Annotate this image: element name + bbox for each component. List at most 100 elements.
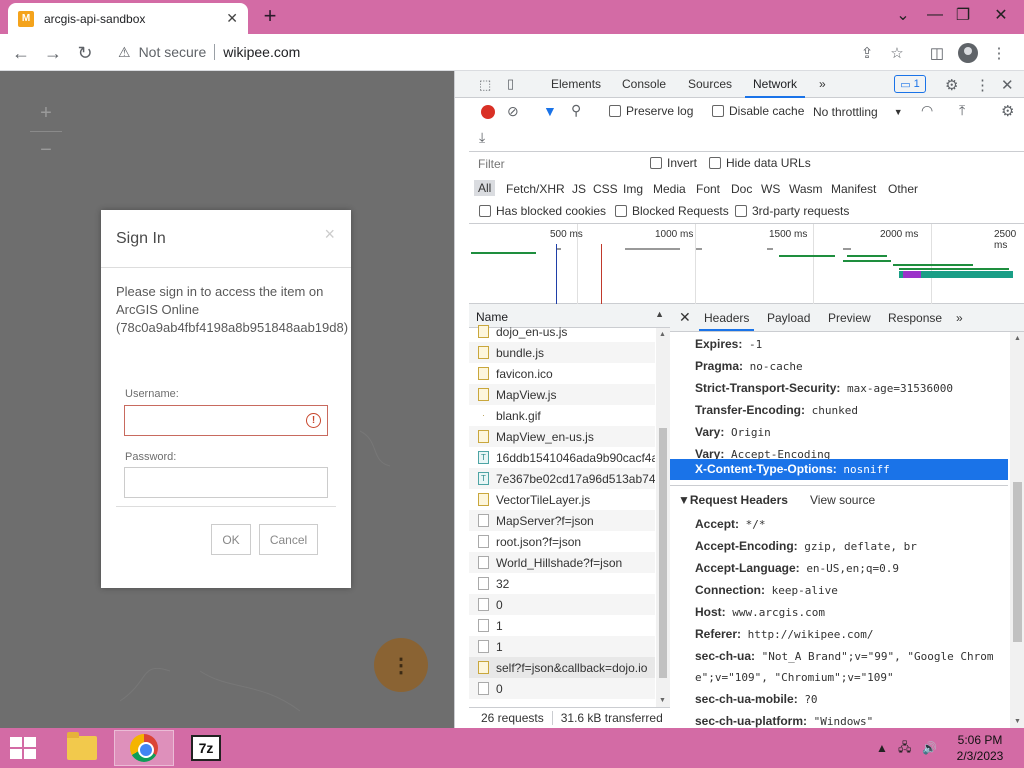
warning-icon[interactable]: ⚠	[118, 44, 131, 61]
close-icon[interactable]: ✕	[1001, 76, 1014, 94]
more-tabs-icon[interactable]: »	[819, 77, 826, 91]
menu-kebab-icon[interactable]: ⋮	[975, 76, 990, 94]
request-row[interactable]: favicon.ico	[469, 363, 655, 384]
bookmark-star-icon[interactable]: ☆	[886, 42, 908, 64]
filter-icon[interactable]: ▼	[543, 103, 557, 119]
tab-network[interactable]: Network	[744, 77, 806, 98]
request-row[interactable]: 1	[469, 615, 655, 636]
ok-button[interactable]: OK	[211, 524, 251, 555]
address-bar[interactable]: ⚠ Not secure wikipee.com	[108, 38, 888, 66]
back-button[interactable]: ←	[8, 40, 34, 66]
menu-kebab-icon[interactable]: ⋮	[988, 42, 1010, 64]
request-row[interactable]: MapView_en-us.js	[469, 426, 655, 447]
request-header-row[interactable]: e";v="109", "Chromium";v="109"	[695, 670, 894, 684]
scroll-up-icon[interactable]: ▲	[1014, 335, 1021, 342]
password-field[interactable]	[124, 467, 328, 498]
request-header-row[interactable]: Accept-Encoding: gzip, deflate, br	[695, 539, 917, 553]
type-filter-js[interactable]: JS	[572, 182, 586, 196]
tab-payload[interactable]: Payload	[767, 311, 810, 325]
headers-scrollbar[interactable]: ▲ ▼	[1010, 332, 1024, 728]
file-explorer-button[interactable]	[52, 730, 112, 766]
search-icon[interactable]: ⚲	[571, 102, 581, 119]
type-filter-font[interactable]: Font	[696, 182, 720, 196]
response-header-row[interactable]: X-Content-Type-Options: nosniff	[670, 459, 1008, 480]
request-row[interactable]: 0	[469, 678, 655, 699]
request-row[interactable]: World_Hillshade?f=json	[469, 552, 655, 573]
request-header-row[interactable]: Referer: http://wikipee.com/	[695, 627, 874, 641]
type-filter-all[interactable]: All	[474, 180, 496, 196]
share-icon[interactable]: ⇪	[856, 42, 878, 64]
tab-preview[interactable]: Preview	[828, 311, 871, 325]
request-row[interactable]: 1	[469, 636, 655, 657]
type-filter-fetch-xhr[interactable]: Fetch/XHR	[506, 182, 565, 196]
request-row[interactable]: · blank.gif	[469, 405, 655, 426]
tab-console[interactable]: Console	[622, 77, 666, 91]
zoom-in-button[interactable]: +	[30, 95, 62, 131]
type-filter-doc[interactable]: Doc	[731, 182, 752, 196]
blocked-requests-checkbox[interactable]: Blocked Requests	[615, 204, 729, 218]
disable-cache-checkbox[interactable]: Disable cache	[712, 104, 804, 118]
request-header-row[interactable]: Accept-Language: en-US,en;q=0.9	[695, 561, 899, 575]
type-filter-media[interactable]: Media	[653, 182, 686, 196]
request-headers-section[interactable]: ▼Request Headers	[678, 493, 788, 507]
close-window-button[interactable]: ✕	[984, 0, 1018, 30]
more-tabs-icon[interactable]: »	[956, 311, 963, 325]
response-header-row[interactable]: Transfer-Encoding: chunked	[695, 403, 858, 417]
inspect-element-icon[interactable]: ⬚	[479, 77, 491, 93]
request-header-row[interactable]: Accept: */*	[695, 517, 766, 531]
record-icon[interactable]	[481, 105, 495, 119]
browser-tab[interactable]: M arcgis-api-sandbox ✕	[8, 3, 248, 34]
throttling-select[interactable]: No throttling ▼	[813, 105, 903, 119]
blocked-cookies-checkbox[interactable]: Has blocked cookies	[479, 204, 606, 218]
wifi-settings-icon[interactable]: ◠	[921, 102, 933, 119]
clear-icon[interactable]: ⊘	[507, 103, 519, 120]
scroll-up-icon[interactable]: ▲	[659, 331, 666, 338]
settings-gear-icon[interactable]: ⚙	[945, 76, 958, 94]
chevron-down-icon[interactable]: ⌄	[886, 0, 920, 30]
type-filter-wasm[interactable]: Wasm	[789, 182, 823, 196]
zoom-out-button[interactable]: −	[30, 132, 62, 168]
tray-overflow-icon[interactable]: ▲	[876, 728, 888, 768]
response-header-row[interactable]: Pragma: no-cache	[695, 359, 803, 373]
close-tab-icon[interactable]: ✕	[226, 10, 238, 27]
request-row[interactable]: 32	[469, 573, 655, 594]
request-row[interactable]: dojo_en-us.js	[469, 321, 655, 342]
request-header-row[interactable]: sec-ch-ua: "Not_A Brand";v="99", "Google…	[695, 649, 993, 663]
side-panel-icon[interactable]: ◫	[926, 42, 948, 64]
request-row[interactable]: root.json?f=json	[469, 531, 655, 552]
hide-data-urls-checkbox[interactable]: Hide data URLs	[709, 156, 811, 170]
settings-gear-icon[interactable]: ⚙	[1001, 102, 1014, 120]
type-filter-ws[interactable]: WS	[761, 182, 780, 196]
tab-sources[interactable]: Sources	[688, 77, 732, 91]
type-filter-other[interactable]: Other	[888, 182, 918, 196]
close-detail-icon[interactable]: ✕	[679, 309, 691, 326]
tab-headers[interactable]: Headers	[698, 311, 755, 331]
invert-checkbox[interactable]: Invert	[650, 156, 697, 170]
more-actions-button[interactable]: ⋮	[374, 638, 428, 692]
request-row[interactable]: MapServer?f=json	[469, 510, 655, 531]
volume-icon[interactable]: 🔊	[922, 728, 937, 768]
security-label[interactable]: Not secure	[139, 44, 207, 60]
restore-button[interactable]: ❐	[946, 0, 980, 30]
view-source-button[interactable]: View source	[810, 493, 875, 507]
new-tab-button[interactable]: +	[258, 3, 282, 28]
issues-badge[interactable]: ▭ 1	[894, 75, 926, 93]
response-header-row[interactable]: Strict-Transport-Security: max-age=31536…	[695, 381, 953, 395]
profile-button[interactable]	[957, 42, 979, 64]
7zip-taskbar-button[interactable]: 7z	[176, 730, 236, 766]
request-row[interactable]: VectorTileLayer.js	[469, 489, 655, 510]
third-party-checkbox[interactable]: 3rd-party requests	[735, 204, 849, 218]
chrome-taskbar-button[interactable]	[114, 730, 174, 766]
request-header-row[interactable]: Connection: keep-alive	[695, 583, 838, 597]
request-row[interactable]: T 16ddb1541046ada9b90cacf4a	[469, 447, 655, 468]
response-header-row[interactable]: Expires: -1	[695, 337, 762, 351]
start-button[interactable]	[10, 737, 36, 759]
response-header-row[interactable]: Vary: Origin	[695, 425, 771, 439]
request-header-row[interactable]: sec-ch-ua-platform: "Windows"	[695, 714, 873, 728]
request-row[interactable]: 0	[469, 594, 655, 615]
device-toolbar-icon[interactable]: ▯	[507, 76, 514, 92]
request-list-scrollbar[interactable]: ▲ ▼	[656, 328, 670, 707]
reload-button[interactable]: ↻	[72, 40, 98, 66]
request-row[interactable]: bundle.js	[469, 342, 655, 363]
map-view[interactable]: + − ⋮ Sign In × Please sign in to access…	[0, 71, 454, 728]
